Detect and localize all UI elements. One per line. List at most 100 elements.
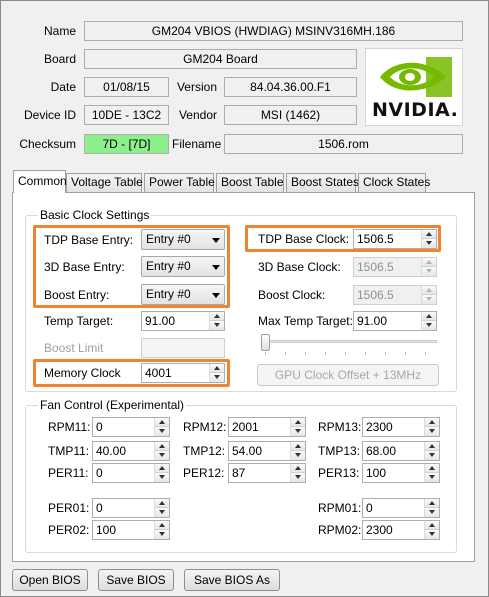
rpm12-label: RPM12:: [183, 420, 227, 434]
tmp11-label: TMP11:: [48, 444, 90, 458]
filename-label: Filename: [172, 137, 222, 151]
slider-tick: [365, 352, 366, 355]
tmp11-stepper[interactable]: [154, 442, 169, 460]
tmp11-input[interactable]: 40.00: [92, 441, 170, 461]
tmp11-value: 40.00: [96, 444, 127, 458]
rpm01-value: 0: [366, 501, 373, 515]
tmp12-input[interactable]: 54.00: [228, 441, 306, 461]
base-3d-clock-value: 1506.5: [357, 260, 394, 274]
boost-clock-value: 1506.5: [357, 288, 394, 302]
rpm01-stepper[interactable]: [424, 499, 439, 517]
board-label: Board: [43, 52, 76, 66]
vendor-label: Vendor: [178, 108, 217, 122]
temp-target-input[interactable]: 91.00: [141, 311, 225, 331]
tab-voltage-table[interactable]: Voltage Table: [66, 173, 143, 192]
boost-limit-field: [141, 338, 225, 358]
per02-value: 100: [96, 523, 117, 537]
per13-stepper[interactable]: [424, 464, 439, 482]
save-bios-as-button[interactable]: Save BIOS As: [184, 569, 280, 591]
per11-label: PER11:: [48, 466, 89, 480]
tmp12-stepper[interactable]: [290, 442, 305, 460]
rpm02-stepper[interactable]: [424, 521, 439, 539]
tab-clock-states[interactable]: Clock States: [358, 173, 430, 192]
base-3d-clock-label: 3D Base Clock:: [258, 260, 341, 274]
per12-input[interactable]: 87: [228, 463, 306, 483]
max-temp-target-stepper[interactable]: [421, 312, 436, 330]
rpm01-input[interactable]: 0: [362, 498, 440, 518]
per11-stepper[interactable]: [154, 464, 169, 482]
device-id-label: Device ID: [23, 108, 76, 122]
per13-input[interactable]: 100: [362, 463, 440, 483]
per01-value: 0: [96, 501, 103, 515]
gpu-clock-offset-button: GPU Clock Offset + 13MHz: [257, 364, 439, 386]
gpu-offset-slider-track[interactable]: [262, 340, 437, 343]
tab-power-table[interactable]: Power Table: [144, 173, 215, 192]
save-bios-button[interactable]: Save BIOS: [98, 569, 174, 591]
rpm12-value: 2001: [232, 420, 259, 434]
date-field: 01/08/15: [84, 77, 169, 97]
board-field: GM204 Board: [84, 49, 357, 69]
tab-boost-states[interactable]: Boost States: [286, 173, 359, 192]
rpm11-value: 0: [96, 420, 103, 434]
tmp13-input[interactable]: 68.00: [362, 441, 440, 461]
tab-common[interactable]: Common: [13, 170, 67, 193]
name-label: Name: [43, 24, 76, 38]
per11-value: 0: [96, 466, 103, 480]
base-3d-clock-input: 1506.5: [353, 257, 437, 277]
tmp13-stepper[interactable]: [424, 442, 439, 460]
per13-label: PER13:: [318, 466, 360, 480]
per01-stepper[interactable]: [154, 499, 169, 517]
slider-tick: [385, 352, 386, 355]
base-3d-clock-stepper: [421, 258, 436, 276]
rpm13-stepper[interactable]: [424, 418, 439, 436]
rpm01-label: RPM01:: [318, 501, 362, 515]
boost-clock-input: 1506.5: [353, 285, 437, 305]
boost-clock-stepper: [421, 286, 436, 304]
version-label: Version: [176, 80, 217, 94]
highlight-tdp-base-clock: [245, 225, 441, 252]
slider-tick: [265, 352, 266, 355]
boost-clock-label: Boost Clock:: [258, 288, 326, 302]
fan-control-title: Fan Control (Experimental): [38, 398, 187, 412]
per11-input[interactable]: 0: [92, 463, 170, 483]
per02-stepper[interactable]: [154, 521, 169, 539]
gpu-offset-slider-handle[interactable]: [261, 334, 270, 351]
rpm02-input[interactable]: 2300: [362, 520, 440, 540]
max-temp-target-label: Max Temp Target:: [258, 314, 353, 328]
rpm13-value: 2300: [366, 420, 393, 434]
highlight-memory-clock: [33, 359, 230, 387]
rpm13-input[interactable]: 2300: [362, 417, 440, 437]
slider-tick: [285, 352, 286, 355]
per01-label: PER01:: [48, 501, 90, 515]
tmp12-label: TMP12:: [183, 444, 226, 458]
per02-label: PER02:: [48, 523, 90, 537]
tmp13-label: TMP13:: [318, 444, 361, 458]
max-temp-target-input[interactable]: 91.00: [353, 311, 437, 331]
highlight-entries: [33, 225, 230, 308]
rpm13-label: RPM13:: [318, 420, 362, 434]
per13-value: 100: [366, 466, 387, 480]
rpm12-input[interactable]: 2001: [228, 417, 306, 437]
open-bios-button[interactable]: Open BIOS: [12, 569, 88, 591]
slider-tick: [305, 352, 306, 355]
rpm11-stepper[interactable]: [154, 418, 169, 436]
tab-boost-table[interactable]: Boost Table: [216, 173, 284, 192]
basic-clock-title: Basic Clock Settings: [38, 208, 152, 222]
temp-target-stepper[interactable]: [209, 312, 224, 330]
tmp12-value: 54.00: [232, 444, 263, 458]
rpm02-value: 2300: [366, 523, 393, 537]
max-temp-target-value: 91.00: [357, 314, 388, 328]
rpm11-input[interactable]: 0: [92, 417, 170, 437]
per12-stepper[interactable]: [290, 464, 305, 482]
rpm12-stepper[interactable]: [290, 418, 305, 436]
per02-input[interactable]: 100: [92, 520, 170, 540]
per01-input[interactable]: 0: [92, 498, 170, 518]
slider-tick: [425, 352, 426, 355]
rpm02-label: RPM02:: [318, 523, 362, 537]
per12-label: PER12:: [183, 466, 225, 480]
slider-tick: [405, 352, 406, 355]
nvidia-logo: NVIDIA.: [365, 48, 463, 126]
slider-tick: [345, 352, 346, 355]
checksum-label: Checksum: [19, 137, 76, 151]
boost-limit-label: Boost Limit: [44, 341, 104, 355]
